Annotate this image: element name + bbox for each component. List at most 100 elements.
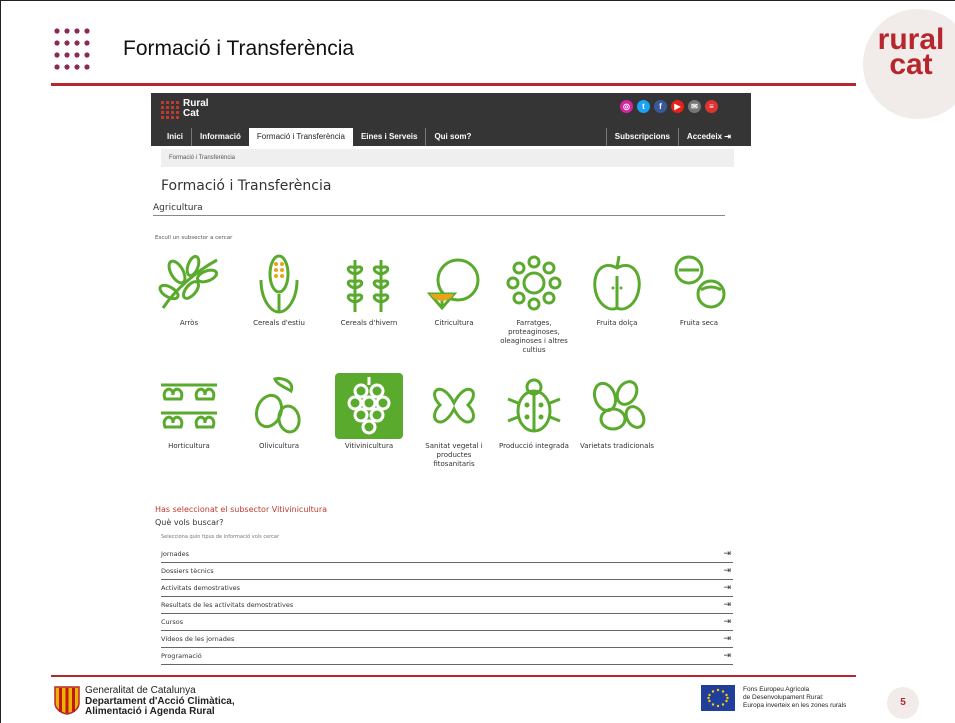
nav-item-inici[interactable]: Inici — [159, 128, 191, 146]
instagram-icon[interactable]: ◎ — [620, 100, 633, 113]
wheat-icon — [346, 260, 390, 312]
subsector-label: Producció integrada — [499, 442, 569, 450]
rss-icon[interactable]: ≡ — [705, 100, 718, 113]
list-item-programacio[interactable]: Programació ⇥ — [161, 648, 733, 665]
enter-arrow-icon: ⇥ — [723, 566, 731, 576]
hazelnut-icon — [674, 255, 726, 309]
gen-line1: Generalitat de Catalunya — [85, 685, 196, 696]
vegetables-icon — [161, 383, 217, 429]
enter-arrow-icon: ⇥ — [723, 600, 731, 610]
youtube-icon[interactable]: ▶ — [671, 100, 684, 113]
email-icon[interactable]: ✉ — [688, 100, 701, 113]
sector-heading: Agricultura — [153, 203, 725, 216]
subsector-label: Sanitat vegetal i productes fitosanitari… — [425, 442, 483, 468]
list-item-jornades[interactable]: Jornades ⇥ — [161, 546, 733, 563]
subsector-olivicultura[interactable]: Olivicultura — [241, 373, 317, 451]
list-item-label: Activitats demostratives — [161, 584, 241, 592]
eu-fund-text: Fons Europeu Agrícola de Desenvolupament… — [743, 686, 846, 710]
nav-item-qui-som[interactable]: Qui som? — [425, 128, 479, 146]
enter-arrow-icon: ⇥ — [723, 617, 731, 627]
list-item-cursos[interactable]: Cursos ⇥ — [161, 614, 733, 631]
ladybug-icon — [507, 378, 561, 433]
header-divider — [51, 83, 856, 86]
site-logo[interactable]: Rural Cat — [161, 99, 221, 123]
subsector-sanitat-vegetal[interactable]: Sanitat vegetal i productes fitosanitari… — [416, 373, 492, 469]
login-icon: ⇥ — [724, 132, 731, 141]
list-item-resultats[interactable]: Resultats de les activitats demostrative… — [161, 597, 733, 614]
enter-arrow-icon: ⇥ — [723, 583, 731, 593]
list-item-label: Jornades — [161, 550, 190, 558]
grapes-icon — [335, 373, 403, 439]
subsector-cereals-hivern[interactable]: Cereals d'hivern — [331, 250, 407, 328]
enter-arrow-icon: ⇥ — [723, 634, 731, 644]
nav-item-formacio[interactable]: Formació i Transferència — [248, 128, 353, 146]
facebook-icon[interactable]: f — [654, 100, 667, 113]
list-item-videos[interactable]: Vídeos de les jornades ⇥ — [161, 631, 733, 648]
subsector-label: Fruita dolça — [596, 319, 638, 327]
list-item-label: Cursos — [161, 618, 184, 626]
subsector-label: Arròs — [179, 319, 199, 327]
eu-line3: Europa inverteix en les zones rurals — [743, 702, 847, 709]
subsector-arros[interactable]: Arròs — [151, 250, 227, 328]
breadcrumb-item[interactable]: Formació i Transferència — [169, 155, 235, 161]
brand-logo: rural cat — [871, 25, 951, 80]
footer-divider — [51, 675, 856, 677]
nav-item-informacio[interactable]: Informació — [191, 128, 249, 146]
subsector-fruita-seca[interactable]: Fruita seca — [661, 250, 737, 328]
nav-item-eines[interactable]: Eines i Serveis — [353, 128, 425, 146]
search-question: Què vols buscar? — [155, 518, 224, 527]
apple-icon — [593, 255, 641, 311]
plant-health-icon — [433, 387, 475, 424]
citrus-icon — [426, 258, 480, 311]
generalitat-text: Generalitat de Catalunya Departament d'A… — [85, 685, 235, 718]
subsector-label: Vitivinicultura — [344, 442, 394, 450]
subsector-label: Cereals d'hivern — [340, 319, 398, 327]
twitter-icon[interactable]: t — [637, 100, 650, 113]
subsector-citricultura[interactable]: Citricultura — [416, 250, 492, 328]
accedeix-label: Accedeix — [686, 132, 723, 141]
list-item-label: Vídeos de les jornades — [161, 635, 235, 643]
subsector-vitivinicultura[interactable]: Vitivinicultura — [331, 373, 407, 451]
site-header: Rural Cat ◎ t f ▶ ✉ ≡ Inici Informació F… — [151, 93, 751, 146]
social-links: ◎ t f ▶ ✉ ≡ — [620, 100, 718, 116]
nav-item-accedeix[interactable]: Accedeix ⇥ — [677, 128, 739, 146]
subsector-cereals-estiu[interactable]: Cereals d'estiu — [241, 250, 317, 328]
nav-item-subscripcions[interactable]: Subscripcions — [605, 128, 678, 146]
list-item-label: Programació — [161, 652, 202, 660]
subsector-fruita-dolca[interactable]: Fruita dolça — [579, 250, 655, 328]
subsector-produccio-integrada[interactable]: Producció integrada — [496, 373, 572, 451]
olive-icon — [254, 377, 301, 434]
sunflower-icon — [506, 255, 562, 311]
rice-icon — [158, 254, 219, 309]
site-logo-line2: Cat — [183, 108, 200, 119]
subsector-varietats-tradicionals[interactable]: Varietats tradicionals — [579, 373, 655, 451]
subsector-label: Horticultura — [168, 442, 210, 450]
subsector-label: Fruita seca — [679, 319, 719, 327]
list-item-dossiers[interactable]: Dossiers tècnics ⇥ — [161, 563, 733, 580]
main-nav: Inici Informació Formació i Transferènci… — [159, 128, 479, 146]
subsector-farratges[interactable]: Farratges, proteaginoses, oleaginoses i … — [496, 250, 572, 355]
subsector-label: Farratges, proteaginoses, oleaginoses i … — [500, 319, 568, 354]
subsector-horticultura[interactable]: Horticultura — [151, 373, 227, 451]
slide: Formació i Transferència rural cat Rural — [0, 0, 955, 723]
enter-arrow-icon: ⇥ — [723, 549, 731, 559]
generalitat-logo-icon — [54, 686, 80, 715]
info-type-list: Jornades ⇥ Dossiers tècnics ⇥ Activitats d… — [161, 546, 733, 665]
search-question-hint: Selecciona quin tipus de informació vols… — [161, 534, 280, 540]
slide-title: Formació i Transferència — [123, 37, 355, 60]
list-item-activitats[interactable]: Activitats demostratives ⇥ — [161, 580, 733, 597]
enter-arrow-icon: ⇥ — [723, 651, 731, 661]
corn-icon — [259, 254, 299, 314]
list-item-label: Resultats de les activitats demostrative… — [161, 601, 294, 609]
subsector-hint: Escull un subsector a cercar — [155, 235, 233, 241]
subsector-label: Citricultura — [434, 319, 474, 327]
eu-line2: de Desenvolupament Rural: — [743, 694, 824, 701]
site-logo-grid-icon — [161, 101, 179, 119]
eu-line1: Fons Europeu Agrícola — [743, 686, 810, 693]
website-screenshot: Rural Cat ◎ t f ▶ ✉ ≡ Inici Informació F… — [151, 93, 751, 669]
list-item-label: Dossiers tècnics — [161, 567, 214, 575]
breadcrumb: Formació i Transferència — [161, 149, 734, 167]
page-heading: Formació i Transferència — [161, 178, 332, 194]
selected-subsector-message: Has seleccionat el subsector Vitivinicul… — [155, 505, 328, 514]
gen-line3: Alimentació i Agenda Rural — [85, 706, 215, 717]
